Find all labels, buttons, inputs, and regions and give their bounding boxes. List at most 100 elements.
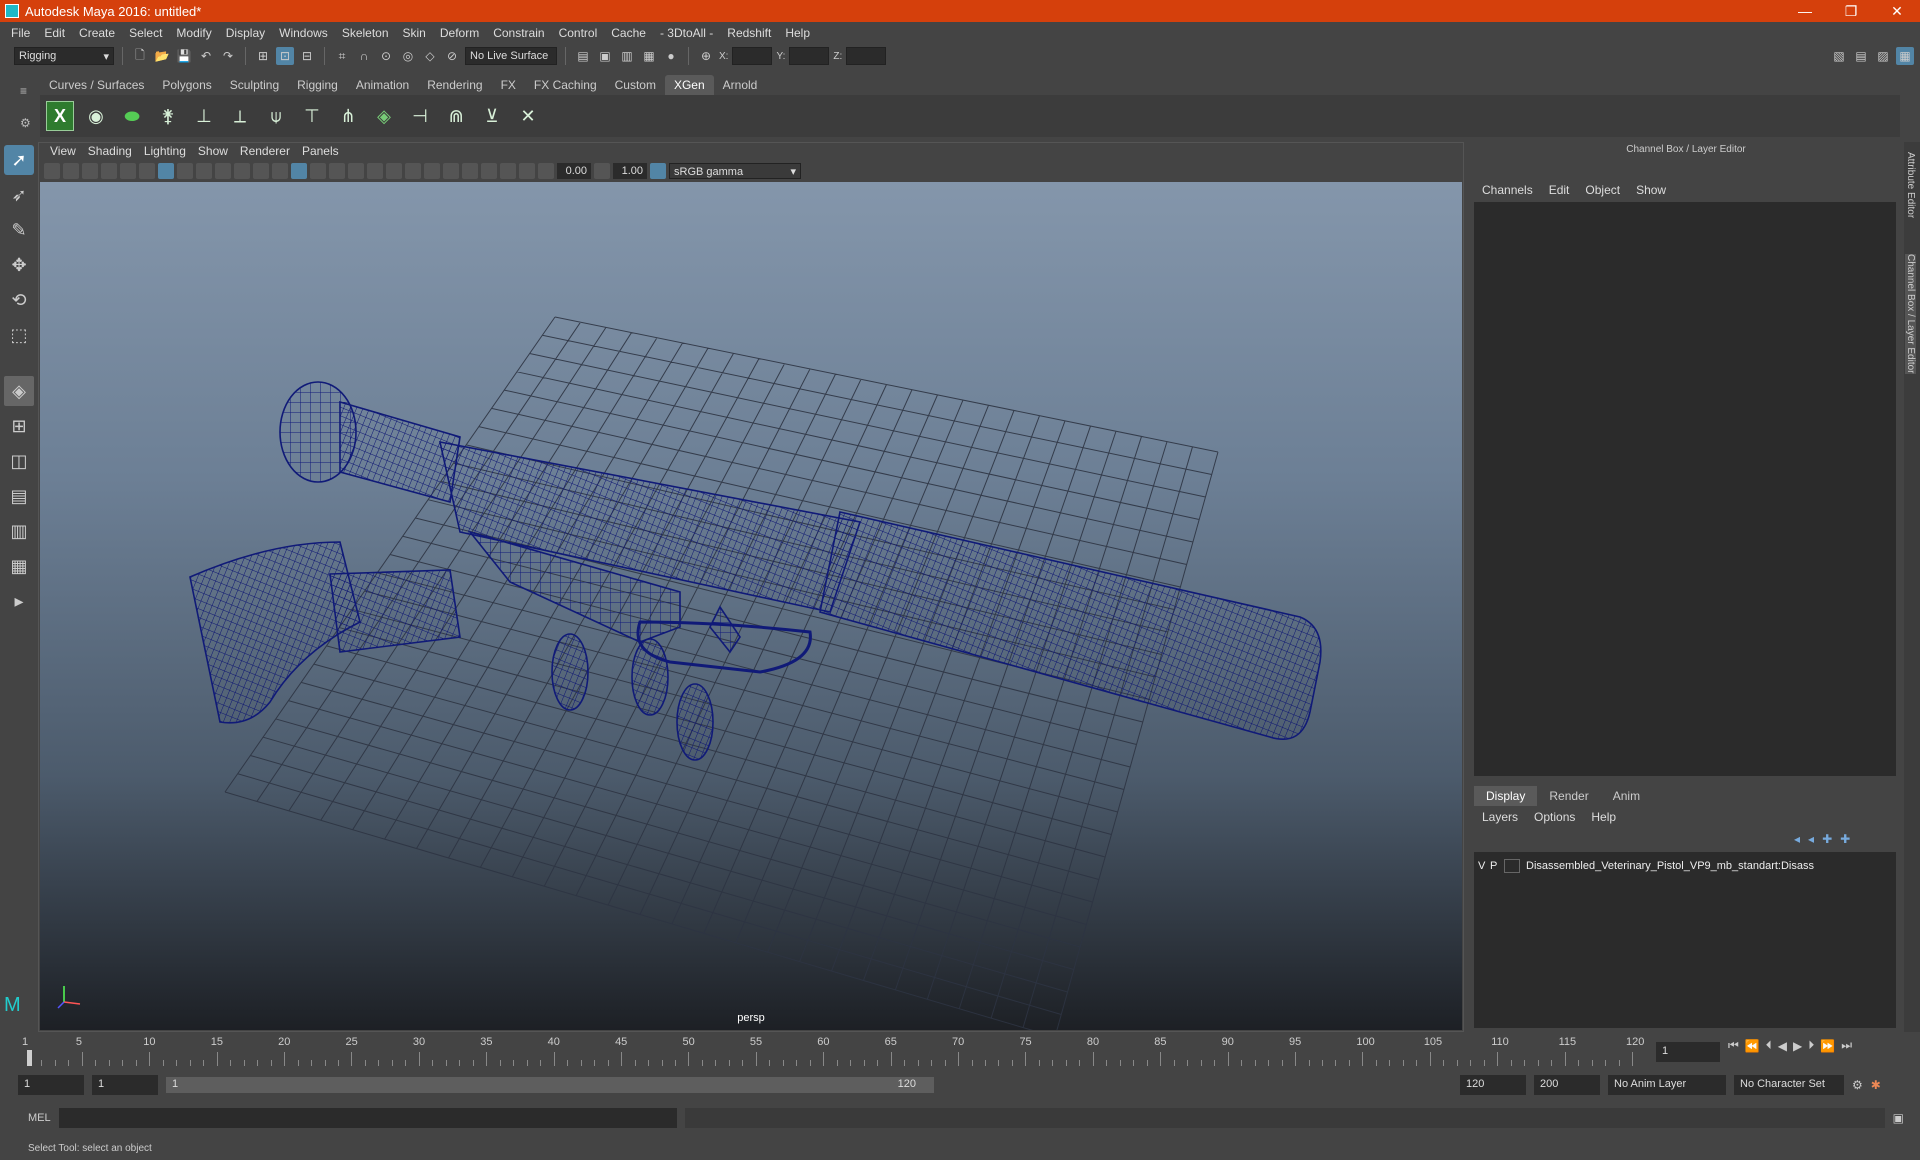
four-view-icon[interactable]: ⊞ <box>4 411 34 441</box>
snap-live-icon[interactable]: ⊘ <box>443 47 461 65</box>
range-slider[interactable]: 1 120 <box>166 1077 934 1093</box>
render-history-icon[interactable]: ▤ <box>574 47 592 65</box>
render-settings-icon[interactable]: ▦ <box>640 47 658 65</box>
menu-edit[interactable]: Edit <box>37 26 72 40</box>
layer-color-swatch[interactable] <box>1504 859 1520 873</box>
shelf-tab-polygons[interactable]: Polygons <box>153 75 220 95</box>
y-field[interactable] <box>789 47 830 65</box>
more-layouts-icon[interactable]: ▸ <box>4 586 34 616</box>
exposure-field[interactable]: 0.00 <box>557 163 591 179</box>
eye-icon[interactable]: ◉ <box>82 101 110 131</box>
menu-redshift[interactable]: Redshift <box>720 26 778 40</box>
x-field[interactable] <box>732 47 773 65</box>
select-by-hierarchy-icon[interactable]: ⊞ <box>254 47 272 65</box>
new-layer-selected-icon[interactable]: ✚ <box>1840 832 1850 846</box>
snap-view-icon[interactable]: ◎ <box>399 47 417 65</box>
depth-of-field-icon[interactable] <box>462 163 478 179</box>
z-field[interactable] <box>846 47 887 65</box>
shelf-tab-rendering[interactable]: Rendering <box>418 75 491 95</box>
xray-icon[interactable] <box>348 163 364 179</box>
character-set-dropdown[interactable]: No Character Set <box>1734 1075 1844 1095</box>
ipr-render-icon[interactable]: ▥ <box>618 47 636 65</box>
channelbox-menu-show[interactable]: Show <box>1628 183 1674 197</box>
shelf-tab-rigging[interactable]: Rigging <box>288 75 347 95</box>
current-frame-field[interactable]: 1 <box>1656 1042 1720 1062</box>
bookmark-icon[interactable] <box>82 163 98 179</box>
go-to-end-icon[interactable]: ⏭ <box>1841 1038 1852 1053</box>
viewport-menu-shading[interactable]: Shading <box>82 143 138 161</box>
shelf-tab-curves[interactable]: Curves / Surfaces <box>40 75 153 95</box>
antialiasing-icon[interactable] <box>443 163 459 179</box>
use-all-lights-icon[interactable] <box>386 163 402 179</box>
comb-icon[interactable]: ⋒ <box>442 101 470 131</box>
channelbox-area[interactable] <box>1474 202 1896 776</box>
menu-control[interactable]: Control <box>552 26 605 40</box>
ambient-occlusion-icon[interactable] <box>424 163 440 179</box>
color-space-dropdown[interactable]: sRGB gamma ▾ <box>669 163 801 179</box>
grass-icon[interactable]: ⋔ <box>334 101 362 131</box>
layer-playback-toggle[interactable]: P <box>1490 860 1504 872</box>
shelf-tab-xgen[interactable]: XGen <box>664 75 714 95</box>
viewport-menu-renderer[interactable]: Renderer <box>234 143 296 161</box>
play-forward-icon[interactable]: ▶ <box>1793 1039 1802 1053</box>
live-surface-field[interactable]: No Live Surface <box>465 47 557 65</box>
sculpt-icon[interactable]: ⍦ <box>262 101 290 131</box>
lasso-tool-icon[interactable]: ➶ <box>4 180 34 210</box>
script-language-label[interactable]: MEL <box>28 1112 51 1124</box>
menu-modify[interactable]: Modify <box>169 26 218 40</box>
move-layer-down-icon[interactable]: ◂ <box>1808 832 1814 846</box>
menu-constrain[interactable]: Constrain <box>486 26 551 40</box>
select-tool-icon[interactable]: ➚ <box>4 145 34 175</box>
safe-title-icon[interactable] <box>272 163 288 179</box>
step-forward-key-icon[interactable]: ⏩ <box>1820 1039 1835 1053</box>
new-scene-icon[interactable]: 🗋 <box>131 47 149 65</box>
playback-end-field[interactable]: 120 <box>1460 1075 1526 1095</box>
gate-mask-icon[interactable] <box>215 163 231 179</box>
current-time-marker[interactable] <box>27 1050 32 1066</box>
field-chart-icon[interactable] <box>234 163 250 179</box>
outliner-view-icon[interactable]: ▤ <box>4 481 34 511</box>
safe-action-icon[interactable] <box>253 163 269 179</box>
lock-icon[interactable]: ⊤ <box>298 101 326 131</box>
tool-settings-icon[interactable]: ▨ <box>1874 47 1892 65</box>
snap-point-icon[interactable]: ⊙ <box>377 47 395 65</box>
paint-select-tool-icon[interactable]: ✎ <box>4 215 34 245</box>
shelf-menu-icon[interactable]: ≡ <box>20 84 27 98</box>
menu-skeleton[interactable]: Skeleton <box>335 26 396 40</box>
go-to-start-icon[interactable]: ⏮ <box>1728 1038 1739 1053</box>
shelf-options-icon[interactable]: ⚙ <box>20 116 31 130</box>
attribute-editor-tab[interactable]: Attribute Editor <box>1905 152 1916 218</box>
snap-curve-icon[interactable]: ∩ <box>355 47 373 65</box>
snap-grid-icon[interactable]: ⌗ <box>333 47 351 65</box>
close-button[interactable]: ✕ <box>1874 0 1920 22</box>
channel-box-tab[interactable]: Channel Box / Layer Editor <box>1905 254 1916 374</box>
channel-box-toggle-icon[interactable]: ▦ <box>1896 47 1914 65</box>
xray-active-icon[interactable] <box>519 163 535 179</box>
layer-tab-anim[interactable]: Anim <box>1601 786 1652 806</box>
open-scene-icon[interactable]: 📂 <box>153 47 171 65</box>
shelf-tab-fx-caching[interactable]: FX Caching <box>525 75 606 95</box>
viewport-3d[interactable]: persp <box>40 182 1462 1030</box>
color-management-icon[interactable] <box>650 163 666 179</box>
camera-select-icon[interactable] <box>44 163 60 179</box>
hypershade-icon[interactable]: ● <box>662 47 680 65</box>
channelbox-menu-channels[interactable]: Channels <box>1474 183 1541 197</box>
layer-row[interactable]: V P Disassembled_Veterinary_Pistol_VP9_m… <box>1478 856 1892 876</box>
new-layer-icon[interactable]: ✚ <box>1822 832 1832 846</box>
command-input[interactable] <box>58 1108 677 1128</box>
render-frame-icon[interactable]: ▣ <box>596 47 614 65</box>
save-scene-icon[interactable]: 💾 <box>175 47 193 65</box>
graph-view-icon[interactable]: ▥ <box>4 516 34 546</box>
guides-icon[interactable]: ⚵ <box>154 101 182 131</box>
xgen-icon[interactable]: X <box>46 101 74 131</box>
leaf-icon[interactable]: ⬬ <box>118 101 146 131</box>
layer-menu-options[interactable]: Options <box>1526 810 1583 824</box>
step-back-frame-icon[interactable]: ⏴ <box>1766 1038 1772 1053</box>
isolate-select-icon[interactable] <box>481 163 497 179</box>
menu-display[interactable]: Display <box>219 26 272 40</box>
xray-joints-icon[interactable] <box>500 163 516 179</box>
select-by-object-icon[interactable]: ⊡ <box>276 47 294 65</box>
smooth-shade-icon[interactable] <box>310 163 326 179</box>
play-back-icon[interactable]: ◀ <box>1778 1039 1787 1053</box>
modeling-toolkit-icon[interactable]: ▧ <box>1830 47 1848 65</box>
